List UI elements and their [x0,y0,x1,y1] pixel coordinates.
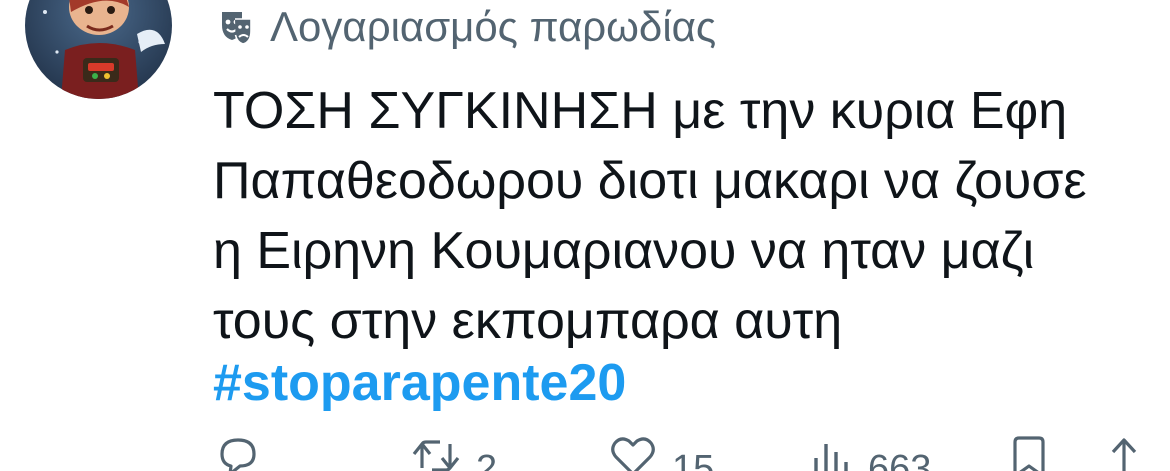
tweet-text-line: τους στην εκπομπαρα αυτη [213,292,843,350]
bookmark-icon [1005,432,1053,471]
share-icon [1100,432,1148,471]
parody-account-text: Λογαριασμός παρωδίας [270,3,717,50]
tweet: Λογαριασμός παρωδίας ΤΟΣΗ ΣΥΓΚΙΝΗΣΗ με τ… [0,0,1170,471]
reply-icon [214,432,262,471]
bookmark-button[interactable] [1005,432,1053,471]
reply-button[interactable] [214,432,276,471]
heart-icon [608,432,658,471]
views-button[interactable]: 663 [806,432,931,471]
avatar[interactable] [25,0,172,99]
tweet-text-line: η Ειρηνη Κουμαριανου να ηταν μαζι [213,222,1035,280]
retweet-icon [410,432,462,471]
retweet-count: 2 [476,448,498,471]
tweet-actions-bar: 2 15 663 [0,432,1170,471]
like-count: 15 [672,448,715,471]
views-count: 663 [868,448,932,471]
tweet-text: ΤΟΣΗ ΣΥΓΚΙΝΗΣΗ με την κυρια Εφη Παπαθεοδ… [213,76,1143,356]
views-chart-icon [806,432,854,471]
retweet-button[interactable]: 2 [410,432,497,471]
like-button[interactable]: 15 [608,432,714,471]
parody-account-label: Λογαριασμός παρωδίας [216,6,716,48]
tweet-text-line: ΤΟΣΗ ΣΥΓΚΙΝΗΣΗ με την κυρια Εφη [213,82,1068,140]
hashtag-link[interactable]: #stoparapente20 [213,348,626,418]
share-button[interactable] [1100,432,1148,471]
tweet-text-line: Παπαθεοδωρου διοτι μακαρι να ζουσε [213,152,1087,210]
theater-masks-icon [216,7,256,47]
